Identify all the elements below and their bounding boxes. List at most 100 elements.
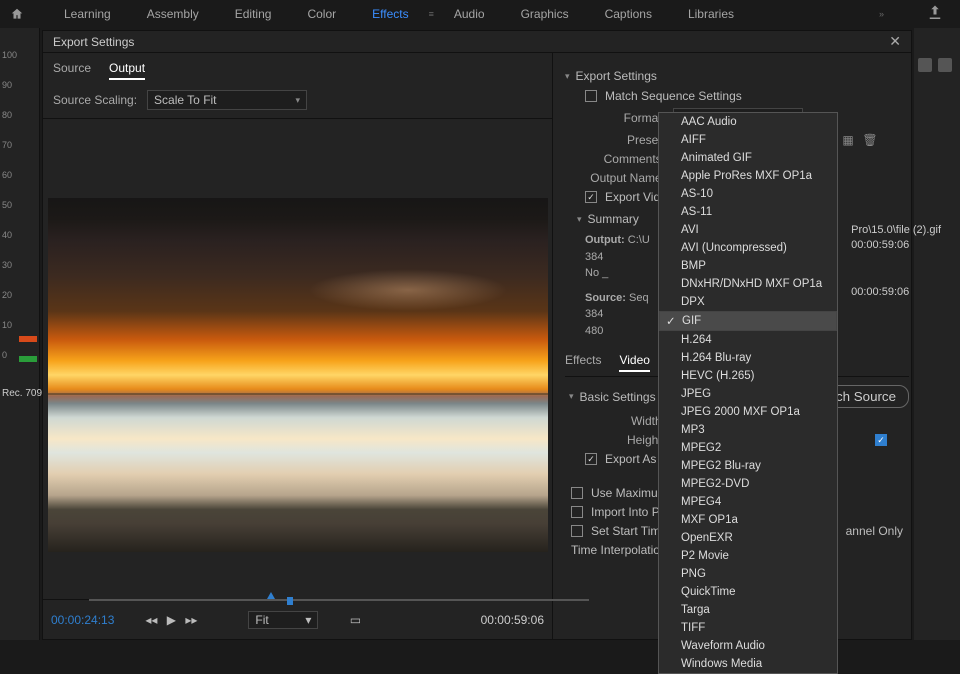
export-as-sequence-checkbox[interactable]: [585, 453, 597, 465]
format-option[interactable]: H.264 Blu-ray: [659, 349, 837, 367]
tab-captions[interactable]: Captions: [587, 1, 670, 27]
video-preview[interactable]: [48, 198, 548, 552]
export-settings-section[interactable]: ▾ Export Settings: [565, 69, 909, 83]
format-option[interactable]: DPX: [659, 293, 837, 311]
delete-preset-icon[interactable]: 🗑: [863, 133, 877, 147]
tab-learning[interactable]: Learning: [46, 1, 129, 27]
format-option[interactable]: HEVC (H.265): [659, 367, 837, 385]
close-icon[interactable]: ✕: [889, 33, 901, 50]
in-marker-icon[interactable]: [267, 591, 275, 599]
format-option[interactable]: AS-11: [659, 203, 837, 221]
format-option[interactable]: JPEG: [659, 385, 837, 403]
zoom-dropdown[interactable]: Fit ▾: [248, 611, 318, 629]
format-option[interactable]: OpenEXR: [659, 529, 837, 547]
panel-icon-2[interactable]: [918, 58, 932, 72]
height-label: Height:: [565, 433, 665, 447]
tab-color[interactable]: Color: [289, 1, 354, 27]
summary-tail: Pro\15.0\file (2).gif 00:00:59:06 00:00:…: [851, 223, 941, 300]
tab-editing[interactable]: Editing: [217, 1, 290, 27]
format-option[interactable]: QuickTime: [659, 583, 837, 601]
tab-effects[interactable]: Effects: [354, 1, 426, 27]
playback-bar: 00:00:24:13 ◂◂ ▶ ▸▸ Fit ▾ ▭ 00:00:59:06: [43, 599, 552, 639]
match-sequence-checkbox[interactable]: [585, 90, 597, 102]
format-option[interactable]: MPEG2: [659, 439, 837, 457]
tab-libraries[interactable]: Libraries: [670, 1, 752, 27]
aspect-icon[interactable]: ▭: [348, 613, 362, 627]
format-option[interactable]: AS-10: [659, 185, 837, 203]
timeline-scrubber[interactable]: [89, 587, 589, 605]
chevron-down-icon: ▾: [569, 391, 574, 402]
format-dropdown-list[interactable]: AAC AudioAIFFAnimated GIFApple ProRes MX…: [658, 112, 838, 674]
panel-icon-3[interactable]: [938, 58, 952, 72]
home-icon[interactable]: [8, 5, 26, 23]
workspace-tabs: Learning Assembly Editing Color Effects …: [0, 0, 960, 28]
comments-label: Comments:: [565, 152, 665, 166]
subtab-video[interactable]: Video: [619, 353, 649, 372]
import-into-project-checkbox[interactable]: [571, 506, 583, 518]
format-option[interactable]: Windows Media: [659, 655, 837, 673]
format-option[interactable]: Targa: [659, 601, 837, 619]
export-settings-dialog: Export Settings ✕ Source Output Source S…: [42, 30, 912, 640]
format-option[interactable]: H.264: [659, 331, 837, 349]
preview-tabs: Source Output: [43, 53, 552, 86]
scope-label: Rec. 709: [2, 388, 42, 399]
tab-assembly[interactable]: Assembly: [129, 1, 217, 27]
set-start-timecode-checkbox[interactable]: [571, 525, 583, 537]
format-option[interactable]: AVI (Uncompressed): [659, 239, 837, 257]
bg-right-panel: [914, 28, 960, 640]
timecode-out: 00:00:59:06: [481, 613, 544, 627]
format-option[interactable]: AAC Audio: [659, 113, 837, 131]
source-scaling-value: Scale To Fit: [154, 93, 216, 107]
format-option[interactable]: Animated GIF: [659, 149, 837, 167]
format-option[interactable]: TIFF: [659, 619, 837, 637]
use-max-render-checkbox[interactable]: [571, 487, 583, 499]
match-sequence-label: Match Sequence Settings: [605, 89, 742, 103]
format-option[interactable]: DNxHR/DNxHD MXF OP1a: [659, 275, 837, 293]
dialog-title: Export Settings: [53, 35, 134, 49]
scope-ruler: 10090 8070 6050 4030 2010 0: [0, 50, 18, 410]
format-option[interactable]: MP3: [659, 421, 837, 439]
playhead-icon[interactable]: [287, 597, 293, 605]
source-scaling-label: Source Scaling:: [53, 93, 137, 107]
format-option[interactable]: AVI: [659, 221, 837, 239]
output-name-label: Output Name:: [565, 171, 665, 185]
preview-panel: Source Output Source Scaling: Scale To F…: [43, 53, 553, 639]
subtab-effects[interactable]: Effects: [565, 353, 601, 372]
step-fwd-icon[interactable]: ▸▸: [184, 613, 198, 627]
format-option[interactable]: MPEG2-DVD: [659, 475, 837, 493]
link-dimensions-checkbox[interactable]: [875, 434, 887, 446]
timecode-in[interactable]: 00:00:24:13: [51, 613, 114, 627]
settings-panel: ▾ Export Settings Match Sequence Setting…: [553, 53, 911, 639]
tab-graphics[interactable]: Graphics: [503, 1, 587, 27]
zoom-value: Fit: [255, 613, 268, 627]
overflow-icon[interactable]: »: [877, 9, 886, 19]
width-label: Width:: [565, 414, 665, 428]
format-option[interactable]: Apple ProRes MXF OP1a: [659, 167, 837, 185]
share-icon[interactable]: [926, 4, 952, 25]
format-option[interactable]: P2 Movie: [659, 547, 837, 565]
scope-stripe-2: [19, 356, 37, 362]
import-preset-icon[interactable]: ▦: [841, 133, 855, 147]
chevron-down-icon: ▾: [305, 613, 311, 627]
format-option[interactable]: MPEG4: [659, 493, 837, 511]
chevron-down-icon: ▾: [296, 95, 301, 106]
tab-source[interactable]: Source: [53, 61, 91, 80]
step-back-icon[interactable]: ◂◂: [144, 613, 158, 627]
tab-output[interactable]: Output: [109, 61, 145, 80]
format-option[interactable]: PNG: [659, 565, 837, 583]
tab-effects-menu-icon[interactable]: ≡: [427, 9, 436, 19]
channel-tail-label: annel Only: [846, 524, 903, 538]
format-option[interactable]: BMP: [659, 257, 837, 275]
play-icon[interactable]: ▶: [164, 613, 178, 627]
chevron-down-icon: ▾: [577, 214, 582, 225]
format-option[interactable]: MXF OP1a: [659, 511, 837, 529]
format-option[interactable]: JPEG 2000 MXF OP1a: [659, 403, 837, 421]
format-option[interactable]: AIFF: [659, 131, 837, 149]
tab-audio[interactable]: Audio: [436, 1, 503, 27]
format-option[interactable]: MPEG2 Blu-ray: [659, 457, 837, 475]
time-interpolation-label: Time Interpolation:: [571, 543, 670, 557]
export-video-checkbox[interactable]: [585, 191, 597, 203]
format-option[interactable]: GIF: [659, 311, 837, 331]
source-scaling-dropdown[interactable]: Scale To Fit ▾: [147, 90, 307, 110]
format-label: Format:: [565, 111, 665, 125]
